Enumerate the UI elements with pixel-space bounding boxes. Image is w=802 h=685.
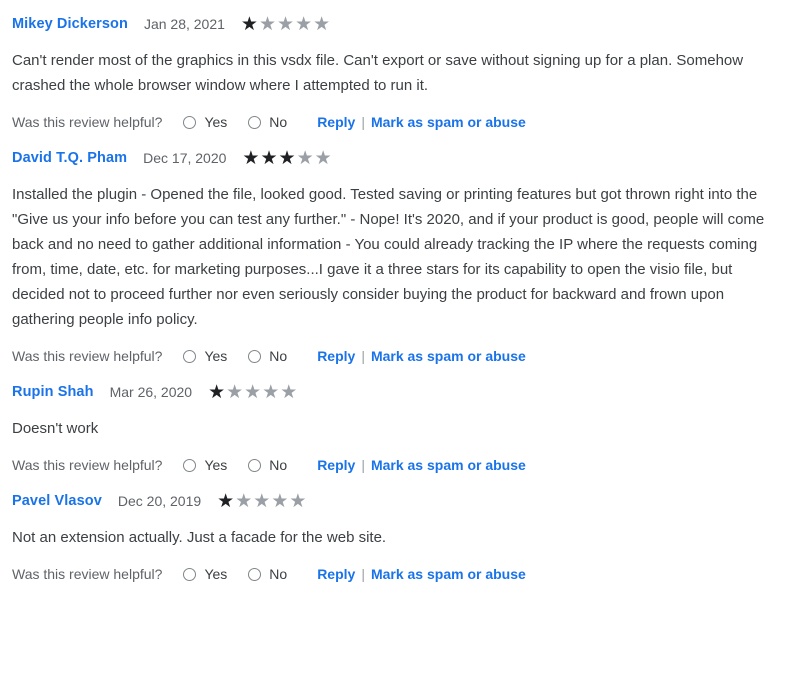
star-rating: ★ ★ ★ ★ ★ — [242, 149, 332, 168]
review-author-link[interactable]: Rupin Shah — [12, 384, 94, 400]
star-icon: ★ — [289, 490, 307, 512]
star-icon: ★ — [278, 147, 296, 169]
radio-circle-icon[interactable] — [183, 458, 197, 472]
review-item-4: Pavel Vlasov Dec 20, 2019 ★ ★ ★ ★ ★ Not an e… — [12, 475, 790, 584]
review-item-3: Rupin Shah Mar 26, 2020 ★ ★ ★ ★ ★ Doesn't wo… — [12, 366, 790, 475]
star-icon: ★ — [295, 13, 313, 35]
star-icon: ★ — [271, 490, 289, 512]
radio-circle-icon[interactable] — [248, 349, 262, 363]
star-rating: ★ ★ ★ ★ ★ — [208, 383, 298, 402]
helpful-yes-option[interactable]: Yes — [183, 566, 227, 582]
helpful-no-label: No — [269, 114, 288, 130]
action-separator: | — [361, 114, 365, 130]
radio-circle-icon[interactable] — [248, 458, 262, 472]
review-helpful-row: Was this review helpful? Yes No Reply | … — [12, 564, 790, 584]
review-body-text: Installed the plugin - Opened the file, … — [12, 186, 765, 328]
star-icon: ★ — [296, 147, 314, 169]
star-icon: ★ — [280, 381, 298, 403]
star-icon: ★ — [208, 381, 226, 403]
star-icon: ★ — [260, 147, 278, 169]
review-header: Mikey Dickerson Jan 28, 2021 ★ ★ ★ ★ ★ — [12, 14, 790, 34]
helpful-no-label: No — [269, 348, 288, 364]
reply-link[interactable]: Reply — [317, 566, 355, 582]
reply-link[interactable]: Reply — [317, 348, 355, 364]
helpful-yes-label: Yes — [204, 566, 228, 582]
review-item-1: Mikey Dickerson Jan 28, 2021 ★ ★ ★ ★ ★ Can't… — [12, 0, 790, 132]
review-author-link[interactable]: David T.Q. Pham — [12, 150, 127, 166]
review-actions: Reply | Mark as spam or abuse — [317, 114, 526, 130]
radio-circle-icon[interactable] — [183, 349, 197, 363]
review-date: Dec 17, 2020 — [143, 150, 227, 166]
star-icon: ★ — [226, 381, 244, 403]
star-icon: ★ — [258, 13, 277, 35]
helpful-no-option[interactable]: No — [248, 566, 287, 582]
helpful-yes-label: Yes — [204, 457, 228, 473]
helpful-no-option[interactable]: No — [248, 457, 287, 473]
helpful-yes-option[interactable]: Yes — [183, 348, 227, 364]
helpful-yes-label: Yes — [204, 348, 228, 364]
action-separator: | — [361, 566, 365, 582]
review-header: Rupin Shah Mar 26, 2020 ★ ★ ★ ★ ★ — [12, 382, 790, 402]
star-icon: ★ — [277, 13, 295, 35]
helpful-yes-option[interactable]: Yes — [183, 457, 227, 473]
radio-circle-icon[interactable] — [183, 567, 197, 581]
helpful-yes-label: Yes — [204, 114, 228, 130]
helpful-question-label: Was this review helpful? — [12, 566, 163, 582]
helpful-question-label: Was this review helpful? — [12, 348, 163, 364]
helpful-no-label: No — [269, 457, 288, 473]
star-icon: ★ — [313, 13, 331, 35]
star-icon: ★ — [217, 490, 235, 512]
review-date: Dec 20, 2019 — [117, 493, 202, 509]
review-body-text: Can't render most of the graphics in thi… — [12, 52, 744, 94]
review-date: Jan 28, 2021 — [143, 16, 225, 32]
review-author-link[interactable]: Mikey Dickerson — [12, 16, 128, 32]
reviews-list: Mikey Dickerson Jan 28, 2021 ★ ★ ★ ★ ★ Can't… — [0, 0, 802, 584]
review-actions: Reply | Mark as spam or abuse — [317, 566, 526, 582]
mark-spam-link[interactable]: Mark as spam or abuse — [371, 566, 526, 582]
review-helpful-row: Was this review helpful? Yes No Reply | … — [12, 455, 790, 475]
review-item-2: David T.Q. Pham Dec 17, 2020 ★ ★ ★ ★ ★ Insta… — [12, 132, 790, 366]
reply-link[interactable]: Reply — [317, 114, 355, 130]
star-icon: ★ — [235, 490, 253, 512]
star-icon: ★ — [240, 13, 258, 35]
radio-circle-icon[interactable] — [183, 115, 197, 129]
review-date: Mar 26, 2020 — [109, 384, 193, 400]
helpful-yes-option[interactable]: Yes — [183, 114, 227, 130]
helpful-question-label: Was this review helpful? — [12, 114, 163, 130]
mark-spam-link[interactable]: Mark as spam or abuse — [371, 114, 526, 130]
star-rating: ★ ★ ★ ★ ★ — [241, 15, 331, 34]
review-helpful-row: Was this review helpful? Yes No Reply | … — [12, 346, 790, 366]
action-separator: | — [361, 348, 365, 364]
radio-circle-icon[interactable] — [248, 567, 262, 581]
star-icon: ★ — [253, 490, 271, 512]
helpful-no-label: No — [269, 566, 288, 582]
radio-circle-icon[interactable] — [248, 115, 262, 129]
helpful-no-option[interactable]: No — [248, 348, 287, 364]
review-header: David T.Q. Pham Dec 17, 2020 ★ ★ ★ ★ ★ — [12, 148, 790, 168]
helpful-question-label: Was this review helpful? — [12, 457, 163, 473]
review-helpful-row: Was this review helpful? Yes No Reply | … — [12, 112, 790, 132]
mark-spam-link[interactable]: Mark as spam or abuse — [371, 348, 526, 364]
star-icon: ★ — [244, 381, 262, 403]
helpful-no-option[interactable]: No — [248, 114, 287, 130]
star-rating: ★ ★ ★ ★ ★ — [217, 492, 307, 511]
review-header: Pavel Vlasov Dec 20, 2019 ★ ★ ★ ★ ★ — [12, 491, 790, 511]
review-actions: Reply | Mark as spam or abuse — [317, 457, 526, 473]
review-actions: Reply | Mark as spam or abuse — [317, 348, 526, 364]
review-body-text: Doesn't work — [12, 420, 99, 437]
review-author-link[interactable]: Pavel Vlasov — [12, 493, 102, 509]
reply-link[interactable]: Reply — [317, 457, 355, 473]
mark-spam-link[interactable]: Mark as spam or abuse — [371, 457, 526, 473]
action-separator: | — [361, 457, 365, 473]
star-icon: ★ — [242, 147, 260, 169]
star-icon: ★ — [314, 147, 332, 169]
star-icon: ★ — [262, 381, 280, 403]
review-body-text: Not an extension actually. Just a facade… — [12, 529, 387, 546]
